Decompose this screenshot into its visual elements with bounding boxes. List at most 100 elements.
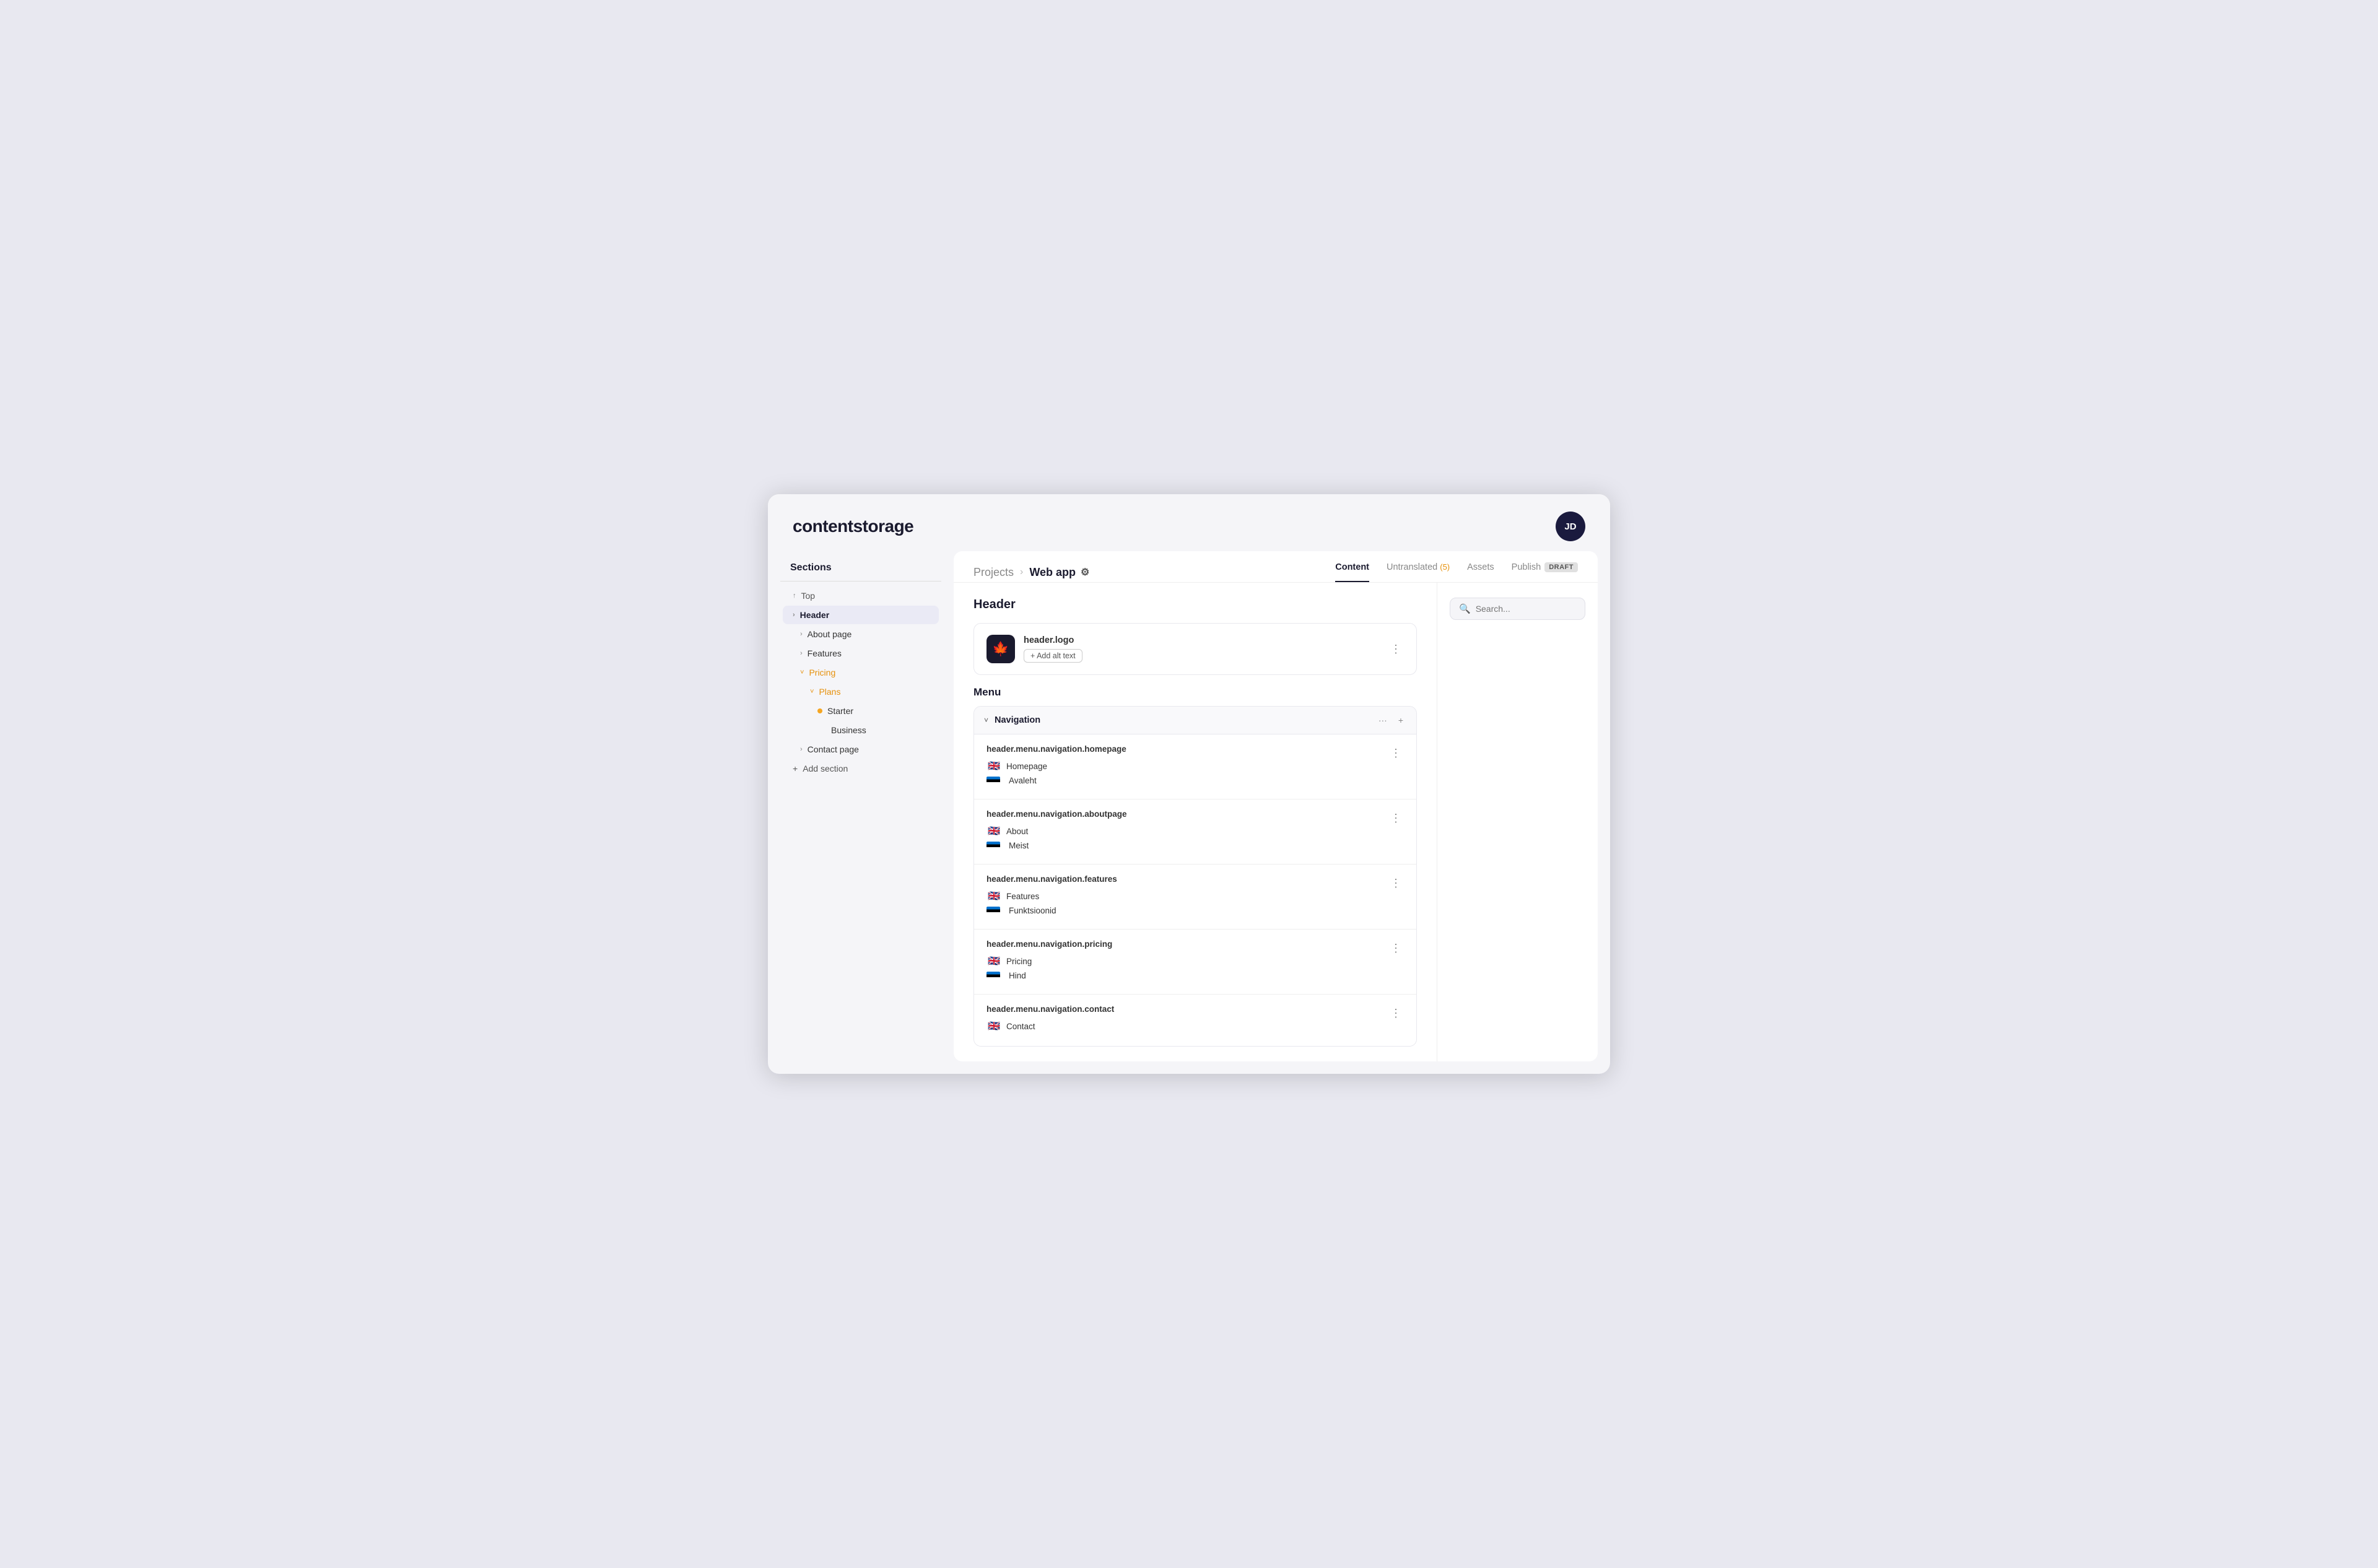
- flag-et: [986, 907, 1000, 915]
- search-input[interactable]: [1476, 604, 1576, 614]
- breadcrumb-projects[interactable]: Projects: [973, 566, 1014, 579]
- lang-row-en-about: 🇬🇧 About: [986, 825, 1127, 837]
- app-body: Sections ↑ Top › Header › About page › F…: [768, 551, 1610, 1074]
- navigation-group: ˅ Navigation ··· +: [973, 706, 1417, 1047]
- nav-item-contact: header.menu.navigation.contact 🇬🇧 Contac…: [974, 995, 1416, 1046]
- nav-item-content-pricing: header.menu.navigation.pricing 🇬🇧 Pricin…: [986, 939, 1112, 984]
- orange-dot-icon: [817, 708, 822, 713]
- tab-untranslated[interactable]: Untranslated (5): [1387, 562, 1450, 582]
- sidebar-item-contact-page[interactable]: › Contact page: [783, 740, 939, 759]
- gear-icon[interactable]: ⚙: [1081, 566, 1089, 578]
- nav-item-content-contact: header.menu.navigation.contact 🇬🇧 Contac…: [986, 1004, 1114, 1036]
- sidebar-item-about-page[interactable]: › About page: [783, 625, 939, 643]
- flag-en: 🇬🇧: [986, 1020, 1001, 1032]
- avatar[interactable]: JD: [1556, 512, 1585, 541]
- nav-item-row-homepage: header.menu.navigation.homepage 🇬🇧 Homep…: [986, 744, 1404, 789]
- sidebar-item-features[interactable]: › Features: [783, 644, 939, 663]
- nav-group-add-button[interactable]: +: [1395, 714, 1406, 726]
- lang-row-en-features: 🇬🇧 Features: [986, 890, 1117, 902]
- tab-assets[interactable]: Assets: [1467, 562, 1494, 582]
- lang-row-en-contact: 🇬🇧 Contact: [986, 1020, 1114, 1032]
- logo-key-bold: logo: [1055, 635, 1074, 645]
- logo-row: 🍁 header.logo + Add alt text: [986, 635, 1082, 663]
- nav-group-actions: ··· +: [1375, 714, 1406, 726]
- sidebar: Sections ↑ Top › Header › About page › F…: [780, 551, 941, 1061]
- sidebar-item-pricing[interactable]: ˅ Pricing: [783, 663, 939, 682]
- logo-key: header.logo: [1024, 635, 1082, 645]
- navigation-group-label: Navigation: [995, 715, 1369, 725]
- flag-en: 🇬🇧: [986, 760, 1001, 772]
- logo-card: 🍁 header.logo + Add alt text ⋮: [973, 623, 1417, 675]
- search-icon: 🔍: [1459, 603, 1471, 614]
- flag-et: [986, 777, 1000, 785]
- nav-key-features: header.menu.navigation.features: [986, 874, 1117, 884]
- nav-key-about: header.menu.navigation.aboutpage: [986, 809, 1127, 819]
- nav-item-more-icon-features[interactable]: ⋮: [1388, 874, 1404, 892]
- flag-et: [986, 972, 1000, 980]
- nav-item-more-icon-homepage[interactable]: ⋮: [1388, 744, 1404, 762]
- tabs-right: Content Untranslated (5) Assets Publish …: [1335, 562, 1578, 582]
- main-content: Projects › Web app ⚙ Content Untranslate…: [954, 551, 1598, 1061]
- chevron-down-icon: ˅: [810, 688, 814, 695]
- nav-item-homepage: header.menu.navigation.homepage 🇬🇧 Homep…: [974, 734, 1416, 799]
- flag-en: 🇬🇧: [986, 890, 1001, 902]
- untranslated-badge: (5): [1440, 562, 1450, 572]
- main-tabs: Projects › Web app ⚙ Content Untranslate…: [954, 551, 1598, 583]
- tab-publish[interactable]: Publish DRAFT: [1512, 562, 1578, 582]
- draft-badge: DRAFT: [1544, 562, 1578, 572]
- add-alt-text-button[interactable]: + Add alt text: [1024, 649, 1082, 663]
- nav-group-more-button[interactable]: ···: [1375, 714, 1390, 726]
- lang-row-et-pricing: Hind: [986, 971, 1112, 980]
- breadcrumb-separator: ›: [1020, 567, 1023, 578]
- chevron-right-icon: ›: [800, 650, 803, 657]
- sidebar-item-add-section[interactable]: + Add section: [783, 759, 939, 778]
- sidebar-item-top[interactable]: ↑ Top: [783, 586, 939, 605]
- nav-item-row-pricing: header.menu.navigation.pricing 🇬🇧 Pricin…: [986, 939, 1404, 984]
- sidebar-item-header[interactable]: › Header: [783, 606, 939, 624]
- section-header-label: Header: [973, 598, 1417, 612]
- lang-row-et-homepage: Avaleht: [986, 776, 1126, 785]
- content-area: Header 🍁 header.logo: [954, 583, 1598, 1061]
- flag-en: 🇬🇧: [986, 955, 1001, 967]
- lang-row-en-pricing: 🇬🇧 Pricing: [986, 955, 1112, 967]
- logo-card-more-icon[interactable]: ⋮: [1388, 640, 1404, 658]
- sidebar-item-starter[interactable]: Starter: [783, 702, 939, 720]
- nav-item-more-icon-pricing[interactable]: ⋮: [1388, 939, 1404, 957]
- nav-item-more-icon-contact[interactable]: ⋮: [1388, 1004, 1404, 1022]
- nav-collapse-icon[interactable]: ˅: [984, 716, 988, 725]
- nav-item-row-contact: header.menu.navigation.contact 🇬🇧 Contac…: [986, 1004, 1404, 1036]
- nav-key-pricing: header.menu.navigation.pricing: [986, 939, 1112, 949]
- breadcrumb-webapp: Web app: [1029, 566, 1076, 579]
- navigation-group-header: ˅ Navigation ··· +: [974, 707, 1416, 734]
- sidebar-item-plans[interactable]: ˅ Plans: [783, 682, 939, 701]
- sidebar-title: Sections: [780, 557, 941, 581]
- nav-item-row-about: header.menu.navigation.aboutpage 🇬🇧 Abou…: [986, 809, 1404, 854]
- menu-label: Menu: [973, 686, 1417, 699]
- nav-item-pricing: header.menu.navigation.pricing 🇬🇧 Pricin…: [974, 930, 1416, 995]
- flag-et: [986, 842, 1000, 850]
- nav-item-row-features: header.menu.navigation.features 🇬🇧 Featu…: [986, 874, 1404, 919]
- lang-row-en-homepage: 🇬🇧 Homepage: [986, 760, 1126, 772]
- search-box: 🔍: [1450, 598, 1585, 620]
- nav-item-more-icon-about[interactable]: ⋮: [1388, 809, 1404, 827]
- nav-item-content-about: header.menu.navigation.aboutpage 🇬🇧 Abou…: [986, 809, 1127, 854]
- chevron-right-icon: ›: [800, 630, 803, 638]
- logo-thumbnail: 🍁: [986, 635, 1015, 663]
- chevron-down-icon: ˅: [800, 669, 804, 676]
- chevron-right-icon: ›: [793, 611, 795, 619]
- breadcrumb: Projects › Web app ⚙: [973, 566, 1335, 579]
- nav-item-content-homepage: header.menu.navigation.homepage 🇬🇧 Homep…: [986, 744, 1126, 789]
- nav-item-content-features: header.menu.navigation.features 🇬🇧 Featu…: [986, 874, 1117, 919]
- breadcrumb-current: Web app ⚙: [1029, 566, 1089, 579]
- content-main: Header 🍁 header.logo: [954, 583, 1437, 1061]
- logo-title-col: header.logo + Add alt text: [1024, 635, 1082, 663]
- tab-content[interactable]: Content: [1335, 562, 1369, 582]
- nav-key-contact: header.menu.navigation.contact: [986, 1004, 1114, 1014]
- sidebar-item-business[interactable]: Business: [783, 721, 939, 739]
- plus-icon: +: [793, 764, 798, 773]
- flag-en: 🇬🇧: [986, 825, 1001, 837]
- arrow-up-icon: ↑: [793, 592, 796, 599]
- nav-key-homepage: header.menu.navigation.homepage: [986, 744, 1126, 754]
- app-window: contentstorage JD Sections ↑ Top › Heade…: [768, 494, 1610, 1074]
- logo-card-header: 🍁 header.logo + Add alt text ⋮: [986, 635, 1404, 663]
